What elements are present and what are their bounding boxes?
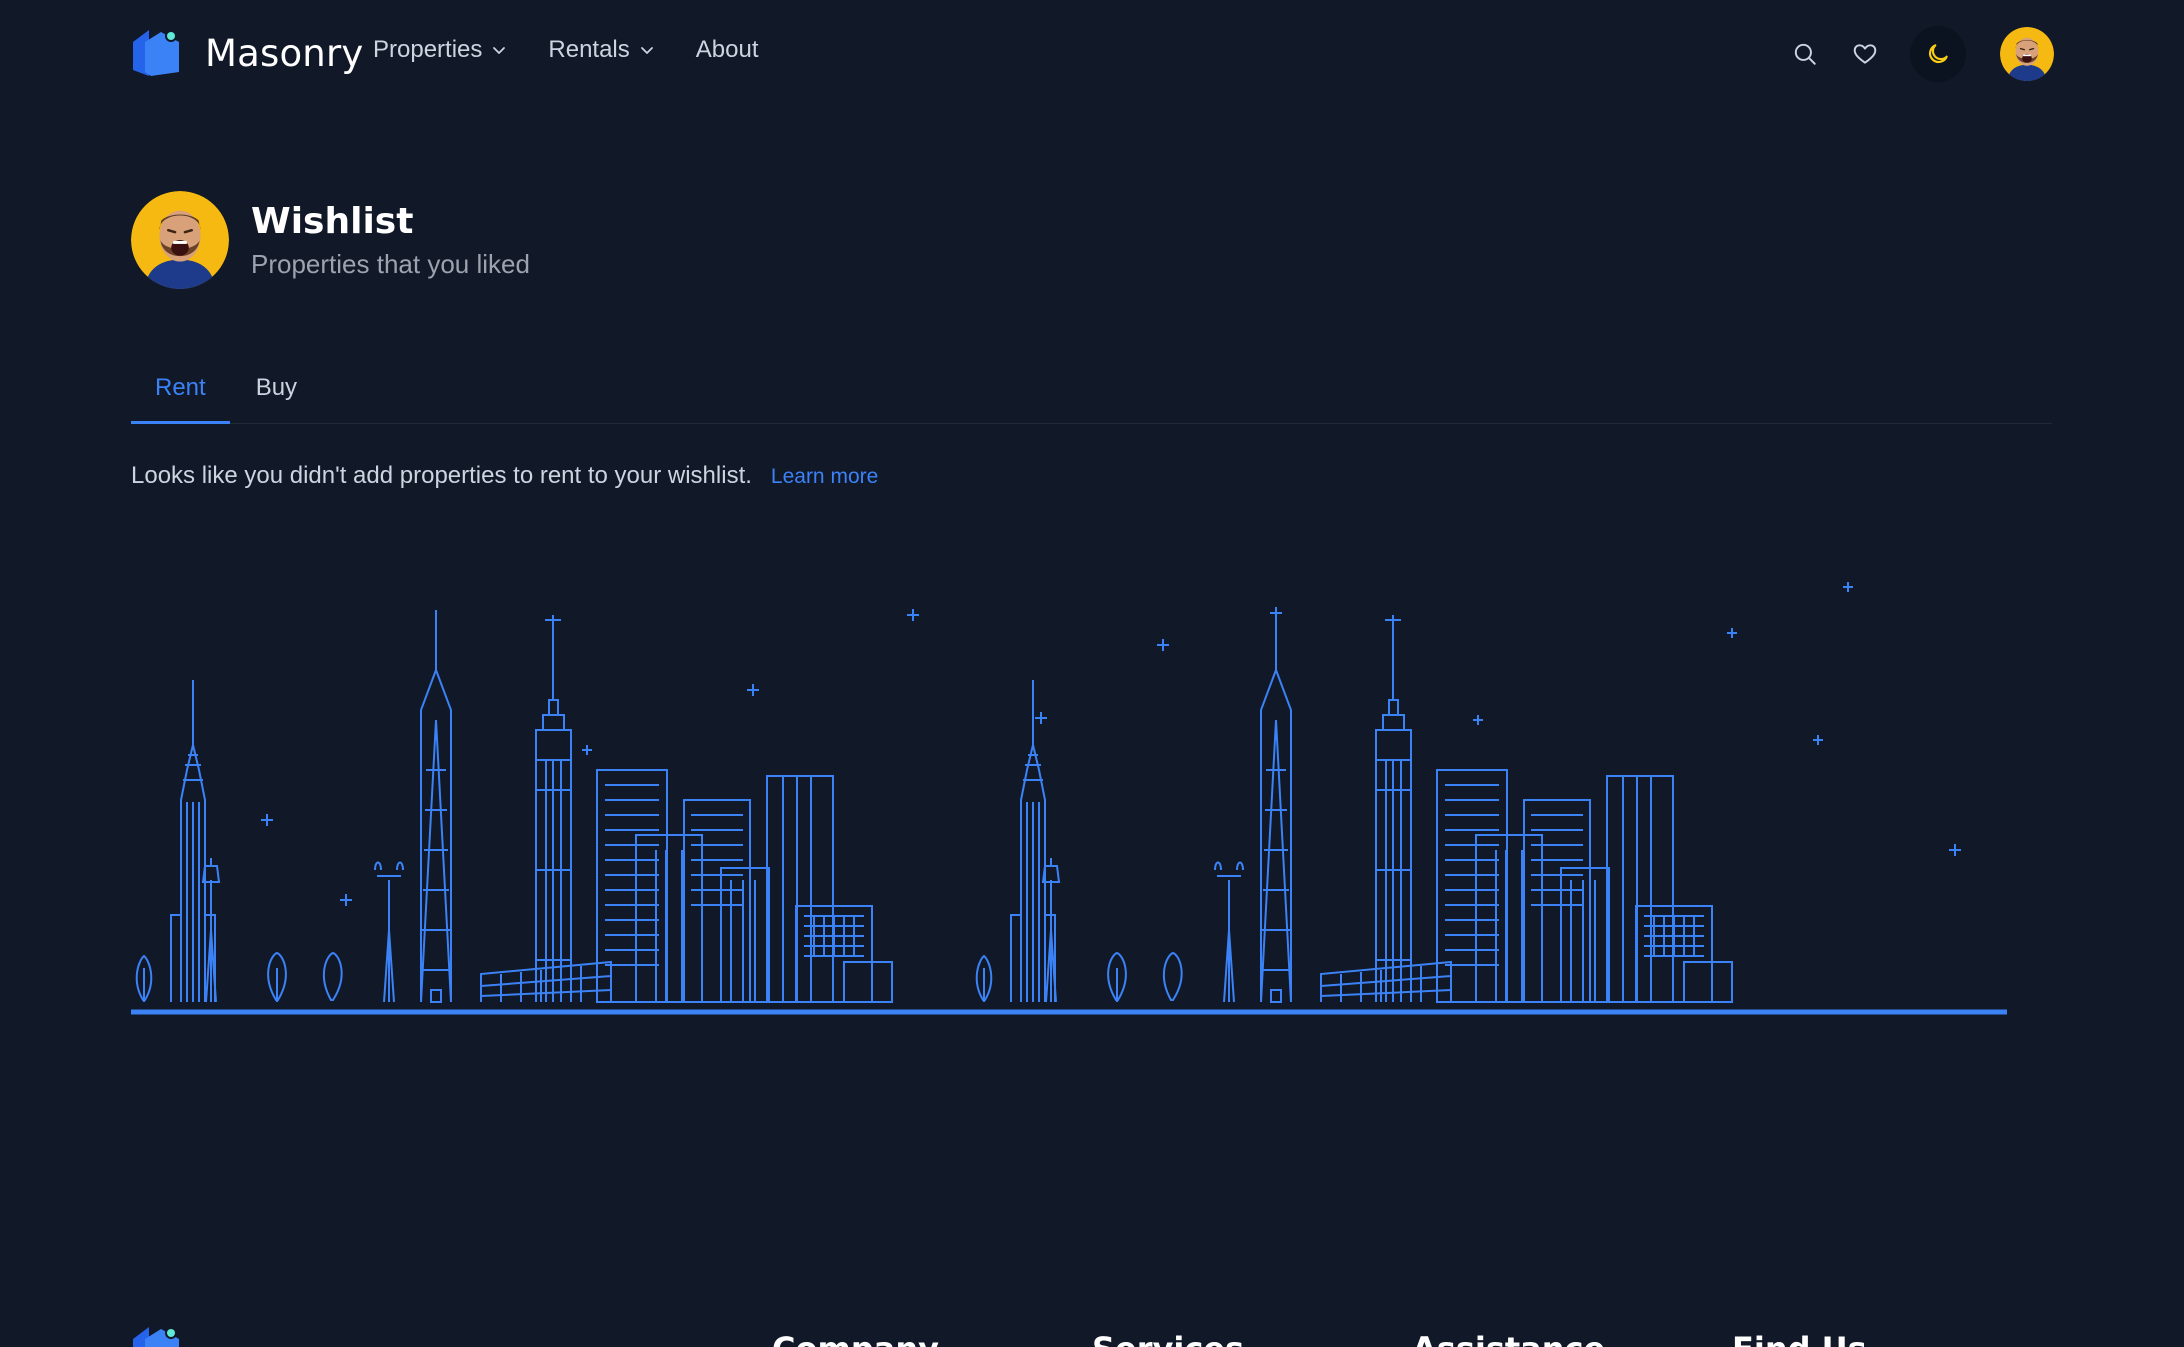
empty-state-message: Looks like you didn't add properties to … [131, 462, 878, 490]
moon-icon [1928, 44, 1948, 64]
footer-logo-icon [133, 1327, 179, 1347]
nav-item-rentals[interactable]: Rentals [548, 36, 654, 64]
page-title: Wishlist [251, 200, 414, 242]
user-avatar[interactable] [2000, 27, 2054, 81]
brand-name: Masonry [205, 31, 364, 75]
search-button[interactable] [1778, 27, 1832, 81]
chevron-down-icon [493, 47, 506, 54]
avatar-image [131, 191, 229, 289]
wishlist-tabs: Rent Buy [131, 362, 2052, 424]
empty-state-text: Looks like you didn't add properties to … [131, 462, 752, 489]
profile-text: Wishlist Properties that you liked [251, 200, 530, 280]
footer-heading-services: Services [1092, 1330, 1244, 1347]
nav-item-label: Rentals [548, 36, 630, 63]
wishlist-header: Wishlist Properties that you liked [131, 191, 530, 289]
main-nav: Properties Rentals About [373, 36, 799, 64]
nav-item-label: Properties [373, 36, 483, 63]
footer-heading-company: Company [772, 1330, 939, 1347]
footer-heading-find-us: Find Us [1732, 1330, 1867, 1347]
wishlist-button[interactable] [1838, 27, 1892, 81]
heart-icon [1853, 44, 1877, 64]
nav-item-about[interactable]: About [696, 36, 759, 64]
theme-toggle-button[interactable] [1910, 26, 1966, 82]
profile-avatar [131, 191, 229, 289]
brand-logo-icon [133, 30, 179, 76]
top-navbar: Masonry Properties Rentals About [0, 0, 2184, 106]
header-actions [1778, 26, 2054, 82]
tab-buy[interactable]: Buy [230, 362, 321, 424]
city-skyline-illustration [131, 582, 2007, 1015]
search-icon [1794, 43, 1816, 65]
nav-item-label: About [695, 36, 759, 63]
brand[interactable]: Masonry [131, 28, 363, 78]
chevron-down-icon [640, 47, 653, 54]
avatar-image [2000, 27, 2054, 81]
learn-more-link[interactable]: Learn more [771, 465, 878, 489]
tab-rent[interactable]: Rent [131, 362, 230, 424]
nav-item-properties[interactable]: Properties [373, 36, 507, 64]
footer-heading-assistance: Assistance [1412, 1330, 1605, 1347]
page-subtitle: Properties that you liked [251, 249, 530, 280]
